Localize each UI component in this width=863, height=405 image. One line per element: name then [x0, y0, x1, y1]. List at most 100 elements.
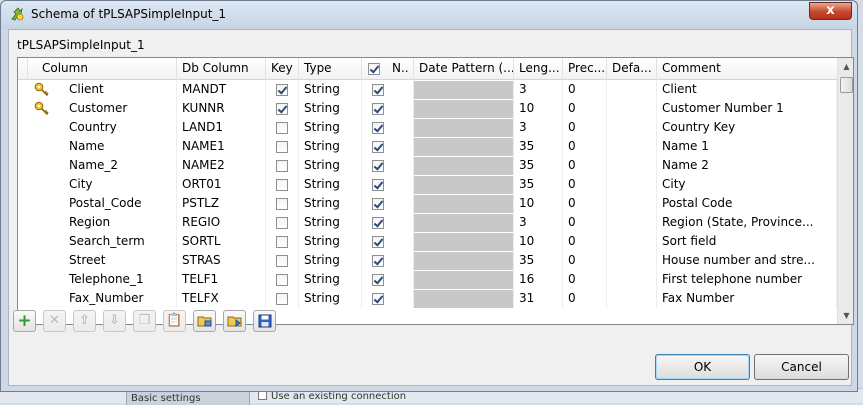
table-row[interactable]: Customer KUNNR String 10 0 Customer Number 1	[18, 99, 837, 118]
table-row[interactable]: Telephone_1 TELF1 String 16 0 First telephone…	[18, 270, 837, 289]
cell-type[interactable]: String	[299, 99, 362, 118]
cell-default[interactable]	[607, 270, 657, 289]
cancel-button[interactable]: Cancel	[754, 354, 849, 380]
header-db-column[interactable]: Db Column	[177, 58, 266, 80]
add-row-button[interactable]: +	[13, 310, 36, 332]
cell-comment[interactable]: Fax Number	[657, 289, 837, 308]
cell-key[interactable]	[266, 80, 299, 99]
cell-type[interactable]: String	[299, 213, 362, 232]
cell-type[interactable]: String	[299, 137, 362, 156]
cell-length[interactable]: 3	[514, 80, 563, 99]
cell-default[interactable]	[607, 194, 657, 213]
cell-precision[interactable]: 0	[563, 99, 607, 118]
cell-column[interactable]: City	[28, 175, 177, 194]
cell-precision[interactable]: 0	[563, 118, 607, 137]
close-button[interactable]: x	[809, 2, 852, 20]
cell-default[interactable]	[607, 232, 657, 251]
cell-nullable[interactable]	[362, 156, 414, 175]
cell-date-pattern[interactable]	[414, 270, 514, 289]
title-bar[interactable]: Schema of tPLSAPSimpleInput_1 x	[1, 1, 857, 29]
cell-key[interactable]	[266, 213, 299, 232]
cell-length[interactable]: 35	[514, 137, 563, 156]
header-nullable[interactable]: N..	[362, 58, 414, 80]
cell-db-column[interactable]: REGIO	[177, 213, 266, 232]
cell-db-column[interactable]: PSTLZ	[177, 194, 266, 213]
key-checkbox[interactable]	[276, 84, 288, 96]
header-default[interactable]: Defa...	[607, 58, 657, 80]
cell-comment[interactable]: Region (State, Province...	[657, 213, 837, 232]
key-checkbox[interactable]	[276, 179, 288, 191]
table-row[interactable]: Street STRAS String 35 0 House number and str…	[18, 251, 837, 270]
cell-length[interactable]: 35	[514, 156, 563, 175]
cell-nullable[interactable]	[362, 251, 414, 270]
cell-default[interactable]	[607, 251, 657, 270]
nullable-checkbox[interactable]	[372, 198, 384, 210]
cell-nullable[interactable]	[362, 99, 414, 118]
cell-default[interactable]	[607, 213, 657, 232]
cell-db-column[interactable]: TELFX	[177, 289, 266, 308]
cell-type[interactable]: String	[299, 289, 362, 308]
cell-db-column[interactable]: SORTL	[177, 232, 266, 251]
cell-key[interactable]	[266, 270, 299, 289]
cell-db-column[interactable]: LAND1	[177, 118, 266, 137]
nullable-checkbox[interactable]	[372, 274, 384, 286]
key-checkbox[interactable]	[276, 274, 288, 286]
cell-date-pattern[interactable]	[414, 137, 514, 156]
cell-type[interactable]: String	[299, 175, 362, 194]
cell-date-pattern[interactable]	[414, 156, 514, 175]
cell-comment[interactable]: City	[657, 175, 837, 194]
cell-comment[interactable]: Postal Code	[657, 194, 837, 213]
key-checkbox[interactable]	[276, 103, 288, 115]
cell-nullable[interactable]	[362, 289, 414, 308]
cell-db-column[interactable]: ORT01	[177, 175, 266, 194]
cell-default[interactable]	[607, 137, 657, 156]
cell-key[interactable]	[266, 118, 299, 137]
cell-precision[interactable]: 0	[563, 175, 607, 194]
cell-nullable[interactable]	[362, 270, 414, 289]
cell-date-pattern[interactable]	[414, 175, 514, 194]
nullable-checkbox[interactable]	[372, 236, 384, 248]
cell-date-pattern[interactable]	[414, 80, 514, 99]
cell-nullable[interactable]	[362, 118, 414, 137]
move-up-button[interactable]: ⇧	[73, 310, 96, 332]
table-row[interactable]: City ORT01 String 35 0 City	[18, 175, 837, 194]
nullable-checkbox[interactable]	[372, 179, 384, 191]
header-nullable-checkbox[interactable]	[368, 63, 380, 75]
key-checkbox[interactable]	[276, 122, 288, 134]
cell-column[interactable]: Client	[28, 80, 177, 99]
scroll-up-icon[interactable]: ▲	[838, 58, 853, 75]
key-checkbox[interactable]	[276, 198, 288, 210]
cell-date-pattern[interactable]	[414, 251, 514, 270]
header-length[interactable]: Leng...	[514, 58, 563, 80]
nullable-checkbox[interactable]	[372, 255, 384, 267]
cell-column[interactable]: Search_term	[28, 232, 177, 251]
cell-date-pattern[interactable]	[414, 213, 514, 232]
cell-column[interactable]: Region	[28, 213, 177, 232]
cell-precision[interactable]: 0	[563, 289, 607, 308]
cell-nullable[interactable]	[362, 213, 414, 232]
cell-nullable[interactable]	[362, 175, 414, 194]
cell-nullable[interactable]	[362, 194, 414, 213]
cell-db-column[interactable]: STRAS	[177, 251, 266, 270]
cell-key[interactable]	[266, 156, 299, 175]
cell-length[interactable]: 3	[514, 213, 563, 232]
table-row[interactable]: Postal_Code PSTLZ String 10 0 Postal Code	[18, 194, 837, 213]
cell-column[interactable]: Name	[28, 137, 177, 156]
header-key[interactable]: Key	[266, 58, 299, 80]
cell-default[interactable]	[607, 156, 657, 175]
cell-type[interactable]: String	[299, 118, 362, 137]
cell-precision[interactable]: 0	[563, 137, 607, 156]
cell-comment[interactable]: Country Key	[657, 118, 837, 137]
nullable-checkbox[interactable]	[372, 122, 384, 134]
nullable-checkbox[interactable]	[372, 103, 384, 115]
cell-precision[interactable]: 0	[563, 156, 607, 175]
table-row[interactable]: Name NAME1 String 35 0 Name 1	[18, 137, 837, 156]
cell-db-column[interactable]: TELF1	[177, 270, 266, 289]
header-column[interactable]: Column	[28, 58, 177, 80]
cell-precision[interactable]: 0	[563, 251, 607, 270]
move-down-button[interactable]: ⇩	[103, 310, 126, 332]
header-comment[interactable]: Comment	[657, 58, 837, 80]
nullable-checkbox[interactable]	[372, 217, 384, 229]
cell-date-pattern[interactable]	[414, 194, 514, 213]
cell-comment[interactable]: Client	[657, 80, 837, 99]
